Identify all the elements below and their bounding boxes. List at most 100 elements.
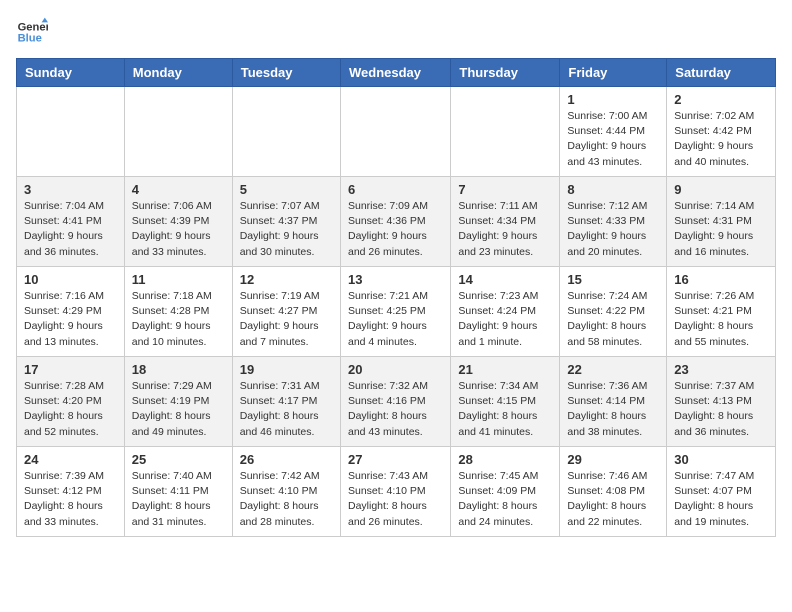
calendar-cell: 3Sunrise: 7:04 AM Sunset: 4:41 PM Daylig…	[17, 177, 125, 267]
svg-text:General: General	[18, 21, 48, 33]
header-friday: Friday	[560, 59, 667, 87]
day-info: Sunrise: 7:11 AM Sunset: 4:34 PM Dayligh…	[458, 199, 552, 260]
day-number: 20	[348, 362, 443, 377]
day-number: 13	[348, 272, 443, 287]
day-number: 17	[24, 362, 117, 377]
calendar-cell: 16 Sunrise: 7:26 AM Sunset: 4:21 PM Dayli…	[667, 267, 776, 357]
header-thursday: Thursday	[451, 59, 560, 87]
day-info: Sunrise: 7:37 AM Sunset: 4:13 PM Dayligh…	[674, 379, 768, 440]
calendar-cell: 28 Sunrise: 7:45 AM Sunset: 4:09 PM Dayli…	[451, 447, 560, 537]
day-number: 16	[674, 272, 768, 287]
day-info: Sunrise: 7:45 AM Sunset: 4:09 PM Dayligh…	[458, 469, 552, 530]
calendar-cell	[17, 87, 125, 177]
day-info: Sunrise: 7:26 AM Sunset: 4:21 PM Dayligh…	[674, 289, 768, 350]
day-info: Sunrise: 7:06 AM Sunset: 4:39 PM Dayligh…	[132, 199, 225, 260]
calendar-cell: 6Sunrise: 7:09 AM Sunset: 4:36 PM Daylig…	[340, 177, 450, 267]
day-number: 18	[132, 362, 225, 377]
day-number: 23	[674, 362, 768, 377]
day-info: Sunrise: 7:23 AM Sunset: 4:24 PM Dayligh…	[458, 289, 552, 350]
calendar-cell: 9 Sunrise: 7:14 AM Sunset: 4:31 PM Daylig…	[667, 177, 776, 267]
day-info: Sunrise: 7:40 AM Sunset: 4:11 PM Dayligh…	[132, 469, 225, 530]
day-number: 25	[132, 452, 225, 467]
calendar-cell: 5 Sunrise: 7:07 AM Sunset: 4:37 PM Daylig…	[232, 177, 340, 267]
calendar-cell: 25 Sunrise: 7:40 AM Sunset: 4:11 PM Dayli…	[124, 447, 232, 537]
week-row-2: 10Sunrise: 7:16 AM Sunset: 4:29 PM Dayli…	[17, 267, 776, 357]
day-info: Sunrise: 7:07 AM Sunset: 4:37 PM Dayligh…	[240, 199, 333, 260]
calendar-cell: 18 Sunrise: 7:29 AM Sunset: 4:19 PM Dayli…	[124, 357, 232, 447]
day-info: Sunrise: 7:02 AM Sunset: 4:42 PM Dayligh…	[674, 109, 768, 170]
calendar-cell: 20 Sunrise: 7:32 AM Sunset: 4:16 PM Dayli…	[340, 357, 450, 447]
day-info: Sunrise: 7:36 AM Sunset: 4:14 PM Dayligh…	[567, 379, 659, 440]
header-wednesday: Wednesday	[340, 59, 450, 87]
header-tuesday: Tuesday	[232, 59, 340, 87]
svg-text:Blue: Blue	[18, 33, 42, 45]
day-info: Sunrise: 7:39 AM Sunset: 4:12 PM Dayligh…	[24, 469, 117, 530]
day-number: 9	[674, 182, 768, 197]
calendar-cell: 23 Sunrise: 7:37 AM Sunset: 4:13 PM Dayli…	[667, 357, 776, 447]
day-info: Sunrise: 7:43 AM Sunset: 4:10 PM Dayligh…	[348, 469, 443, 530]
calendar-cell	[232, 87, 340, 177]
day-info: Sunrise: 7:28 AM Sunset: 4:20 PM Dayligh…	[24, 379, 117, 440]
logo: General Blue	[16, 16, 48, 48]
day-number: 15	[567, 272, 659, 287]
day-number: 3	[24, 182, 117, 197]
day-info: Sunrise: 7:34 AM Sunset: 4:15 PM Dayligh…	[458, 379, 552, 440]
calendar-cell: 24 Sunrise: 7:39 AM Sunset: 4:12 PM Dayli…	[17, 447, 125, 537]
day-info: Sunrise: 7:31 AM Sunset: 4:17 PM Dayligh…	[240, 379, 333, 440]
day-number: 24	[24, 452, 117, 467]
day-info: Sunrise: 7:12 AM Sunset: 4:33 PM Dayligh…	[567, 199, 659, 260]
calendar-cell: 21 Sunrise: 7:34 AM Sunset: 4:15 PM Dayli…	[451, 357, 560, 447]
day-number: 8	[567, 182, 659, 197]
calendar-cell: 8 Sunrise: 7:12 AM Sunset: 4:33 PM Daylig…	[560, 177, 667, 267]
header-saturday: Saturday	[667, 59, 776, 87]
calendar-cell: 7 Sunrise: 7:11 AM Sunset: 4:34 PM Daylig…	[451, 177, 560, 267]
day-info: Sunrise: 7:32 AM Sunset: 4:16 PM Dayligh…	[348, 379, 443, 440]
calendar-cell: 29 Sunrise: 7:46 AM Sunset: 4:08 PM Dayli…	[560, 447, 667, 537]
day-number: 21	[458, 362, 552, 377]
calendar-cell: 30 Sunrise: 7:47 AM Sunset: 4:07 PM Dayli…	[667, 447, 776, 537]
logo-icon: General Blue	[16, 16, 48, 48]
day-info: Sunrise: 7:14 AM Sunset: 4:31 PM Dayligh…	[674, 199, 768, 260]
header-monday: Monday	[124, 59, 232, 87]
day-info: Sunrise: 7:16 AM Sunset: 4:29 PM Dayligh…	[24, 289, 117, 350]
calendar-table: SundayMondayTuesdayWednesdayThursdayFrid…	[16, 58, 776, 537]
header: General Blue	[16, 16, 776, 48]
calendar-cell: 13 Sunrise: 7:21 AM Sunset: 4:25 PM Dayli…	[340, 267, 450, 357]
calendar-cell: 1 Sunrise: 7:00 AM Sunset: 4:44 PM Daylig…	[560, 87, 667, 177]
calendar-header-row: SundayMondayTuesdayWednesdayThursdayFrid…	[17, 59, 776, 87]
day-number: 2	[674, 92, 768, 107]
day-number: 19	[240, 362, 333, 377]
calendar-cell: 10Sunrise: 7:16 AM Sunset: 4:29 PM Dayli…	[17, 267, 125, 357]
day-number: 30	[674, 452, 768, 467]
day-number: 5	[240, 182, 333, 197]
day-number: 28	[458, 452, 552, 467]
calendar-cell: 2 Sunrise: 7:02 AM Sunset: 4:42 PM Daylig…	[667, 87, 776, 177]
day-number: 27	[348, 452, 443, 467]
day-info: Sunrise: 7:21 AM Sunset: 4:25 PM Dayligh…	[348, 289, 443, 350]
day-info: Sunrise: 7:47 AM Sunset: 4:07 PM Dayligh…	[674, 469, 768, 530]
day-info: Sunrise: 7:29 AM Sunset: 4:19 PM Dayligh…	[132, 379, 225, 440]
day-info: Sunrise: 7:24 AM Sunset: 4:22 PM Dayligh…	[567, 289, 659, 350]
day-info: Sunrise: 7:42 AM Sunset: 4:10 PM Dayligh…	[240, 469, 333, 530]
day-info: Sunrise: 7:00 AM Sunset: 4:44 PM Dayligh…	[567, 109, 659, 170]
day-number: 4	[132, 182, 225, 197]
calendar-cell: 22 Sunrise: 7:36 AM Sunset: 4:14 PM Dayli…	[560, 357, 667, 447]
day-number: 11	[132, 272, 225, 287]
calendar-cell	[340, 87, 450, 177]
calendar-cell: 14Sunrise: 7:23 AM Sunset: 4:24 PM Dayli…	[451, 267, 560, 357]
day-info: Sunrise: 7:18 AM Sunset: 4:28 PM Dayligh…	[132, 289, 225, 350]
day-info: Sunrise: 7:09 AM Sunset: 4:36 PM Dayligh…	[348, 199, 443, 260]
day-number: 1	[567, 92, 659, 107]
day-number: 22	[567, 362, 659, 377]
calendar-cell: 15 Sunrise: 7:24 AM Sunset: 4:22 PM Dayli…	[560, 267, 667, 357]
day-number: 26	[240, 452, 333, 467]
day-info: Sunrise: 7:46 AM Sunset: 4:08 PM Dayligh…	[567, 469, 659, 530]
week-row-0: 1 Sunrise: 7:00 AM Sunset: 4:44 PM Daylig…	[17, 87, 776, 177]
day-number: 29	[567, 452, 659, 467]
week-row-1: 3Sunrise: 7:04 AM Sunset: 4:41 PM Daylig…	[17, 177, 776, 267]
day-number: 7	[458, 182, 552, 197]
calendar-cell: 11 Sunrise: 7:18 AM Sunset: 4:28 PM Dayli…	[124, 267, 232, 357]
calendar-cell: 4 Sunrise: 7:06 AM Sunset: 4:39 PM Daylig…	[124, 177, 232, 267]
calendar-cell: 27 Sunrise: 7:43 AM Sunset: 4:10 PM Dayli…	[340, 447, 450, 537]
header-sunday: Sunday	[17, 59, 125, 87]
